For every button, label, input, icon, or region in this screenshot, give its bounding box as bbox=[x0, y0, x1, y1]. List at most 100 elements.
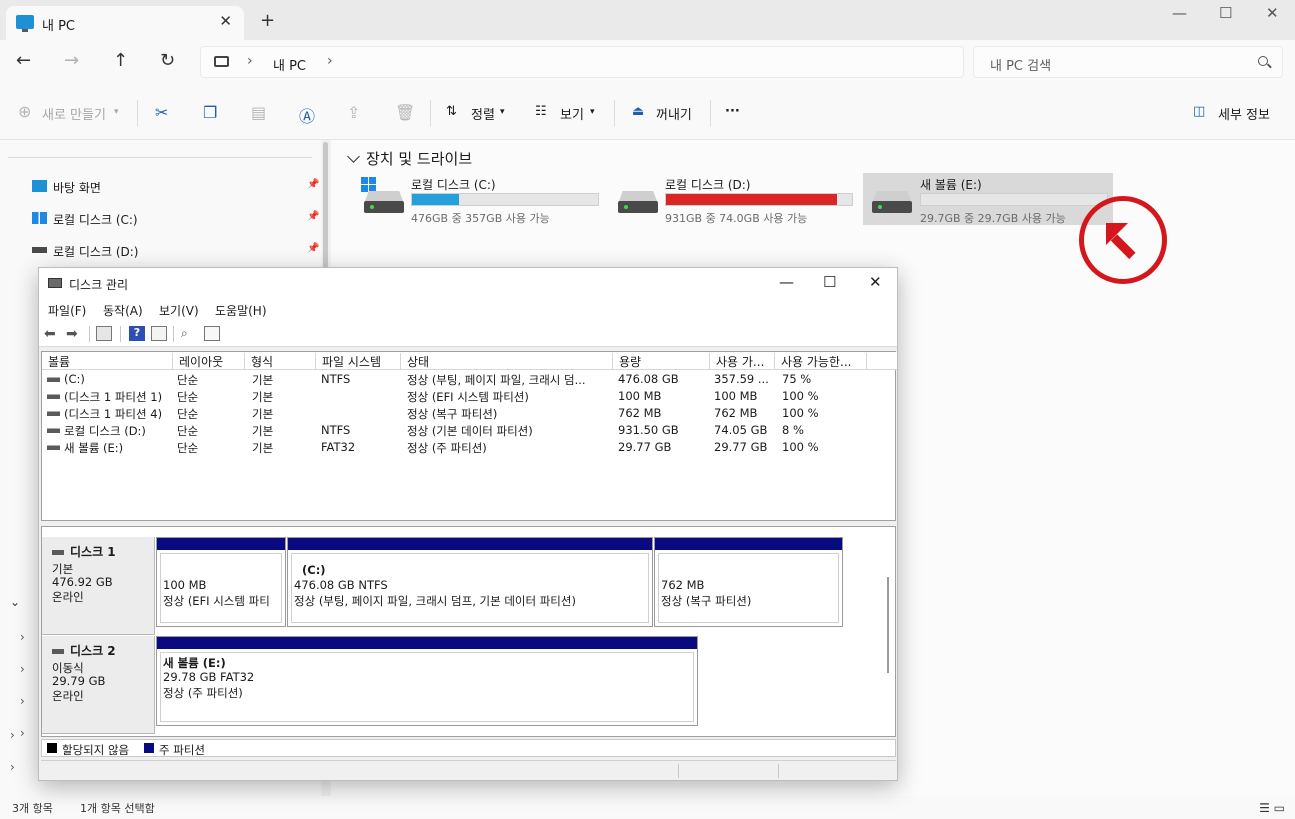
new-tab-button[interactable]: + bbox=[260, 10, 275, 31]
minimize-button[interactable]: — bbox=[1172, 4, 1187, 22]
scrollbar-thumb[interactable] bbox=[323, 142, 328, 272]
menu-view[interactable]: 보기(V) bbox=[159, 302, 199, 319]
group-header[interactable]: 장치 및 드라이브 bbox=[347, 148, 472, 169]
table-row[interactable]: 새 볼륨 (E:) 단순 기본 FAT32 정상 (주 파티션) 29.77 GB 29.7… bbox=[42, 439, 897, 456]
paste-icon[interactable]: ▤ bbox=[251, 103, 266, 122]
settings-icon[interactable] bbox=[204, 326, 220, 341]
connect-icon[interactable]: ⌕ bbox=[181, 326, 197, 341]
forward-button[interactable]: → bbox=[64, 50, 79, 71]
close-window-button[interactable]: ✕ bbox=[869, 273, 882, 291]
table-row[interactable]: 로컬 디스크 (D:) 단순 기본 NTFS 정상 (기본 데이터 파티션) 931.50… bbox=[42, 422, 897, 439]
close-window-button[interactable]: ✕ bbox=[1266, 4, 1279, 22]
sidebar-item-label: 로컬 디스크 (C:) bbox=[53, 213, 138, 227]
help-icon[interactable]: ? bbox=[129, 326, 145, 341]
chevron-down-icon[interactable]: ⌄ bbox=[10, 595, 20, 609]
back-arrow-icon[interactable]: ⬅ bbox=[44, 326, 60, 342]
details-button[interactable]: 세부 정보 bbox=[1218, 104, 1270, 123]
drive-tile-e[interactable]: 새 볼륨 (E:) 29.7GB 중 29.7GB 사용 가능 bbox=[863, 173, 1113, 225]
drive-name: 로컬 디스크 (D:) bbox=[665, 178, 751, 192]
partition-efi[interactable]: 100 MB 정상 (EFI 시스템 파티 bbox=[156, 537, 286, 627]
copy-icon[interactable]: ❐ bbox=[203, 103, 217, 122]
menu-action[interactable]: 동작(A) bbox=[103, 302, 143, 319]
chevron-right-icon[interactable]: › bbox=[10, 728, 15, 742]
table-cell: (디스크 1 파티션 1) bbox=[64, 390, 163, 404]
drive-usage-fill bbox=[412, 194, 459, 205]
divider bbox=[8, 157, 312, 158]
partition-status: 정상 (부팅, 페이지 파일, 크래시 덤프, 기본 데이터 파티션) bbox=[294, 594, 576, 608]
pin-icon[interactable]: 📌 bbox=[307, 243, 319, 254]
column-status[interactable]: 상태 bbox=[401, 353, 613, 370]
new-button[interactable]: 새로 만들기 bbox=[42, 104, 106, 123]
properties-icon[interactable] bbox=[151, 326, 167, 341]
breadcrumb-my-pc[interactable]: 내 PC bbox=[273, 55, 306, 74]
disk-1-label[interactable]: 디스크 1 기본 476.92 GB 온라인 bbox=[42, 537, 155, 635]
column-file-system[interactable]: 파일 시스템 bbox=[316, 353, 401, 370]
menu-help[interactable]: 도움말(H) bbox=[215, 302, 267, 319]
pin-icon[interactable]: 📌 bbox=[307, 179, 319, 190]
share-icon[interactable]: ⇪ bbox=[347, 103, 360, 122]
column-free-space[interactable]: 사용 가... bbox=[710, 353, 775, 370]
partition-c[interactable]: (C:) 476.08 GB NTFS 정상 (부팅, 페이지 파일, 크래시 … bbox=[287, 537, 653, 627]
up-button[interactable]: ↑ bbox=[113, 50, 128, 71]
table-row[interactable]: (디스크 1 파티션 1) 단순 기본 정상 (EFI 시스템 파티션) 100 MB 1… bbox=[42, 388, 897, 405]
column-type[interactable]: 형식 bbox=[245, 353, 316, 370]
partition-recovery[interactable]: 762 MB 정상 (복구 파티션) bbox=[654, 537, 843, 627]
table-row[interactable]: (디스크 1 파티션 4) 단순 기본 정상 (복구 파티션) 762 MB 762 MB… bbox=[42, 405, 897, 422]
table-cell: 29.77 GB bbox=[714, 440, 768, 454]
delete-icon[interactable]: 🗑 bbox=[395, 103, 415, 122]
drive-tile-d[interactable]: 로컬 디스크 (D:) 931GB 중 74.0GB 사용 가능 bbox=[615, 173, 865, 225]
tab-my-pc[interactable]: 내 PC ✕ bbox=[6, 6, 244, 40]
menu-bar: 파일(F) 동작(A) 보기(V) 도움말(H) bbox=[39, 299, 897, 321]
chevron-down-icon: ▾ bbox=[590, 107, 595, 117]
graph-scrollbar[interactable] bbox=[887, 577, 889, 673]
search-input[interactable]: 내 PC 검색 bbox=[973, 46, 1283, 78]
console-tree-icon[interactable] bbox=[96, 326, 112, 341]
more-options-button[interactable]: ··· bbox=[725, 104, 740, 119]
breadcrumb-separator[interactable]: › bbox=[327, 53, 333, 69]
table-cell: 정상 (기본 데이터 파티션) bbox=[407, 424, 533, 438]
view-toggle-icons[interactable]: ☰ ▭ bbox=[1259, 801, 1285, 815]
chevron-right-icon[interactable]: › bbox=[10, 760, 15, 774]
cut-icon[interactable]: ✂ bbox=[155, 103, 168, 122]
divider bbox=[89, 326, 90, 342]
breadcrumb-separator[interactable]: › bbox=[247, 53, 253, 69]
chevron-right-icon[interactable]: › bbox=[20, 662, 25, 676]
chevron-right-icon[interactable]: › bbox=[20, 630, 25, 644]
table-cell: 100 % bbox=[782, 440, 819, 454]
address-bar[interactable]: › 내 PC › bbox=[200, 46, 964, 78]
maximize-button[interactable]: ☐ bbox=[1219, 4, 1232, 22]
minimize-button[interactable]: — bbox=[779, 273, 794, 291]
eject-button[interactable]: 꺼내기 bbox=[656, 104, 692, 123]
chevron-right-icon[interactable]: › bbox=[20, 726, 25, 740]
table-cell: 762 MB bbox=[618, 406, 662, 420]
back-button[interactable]: ← bbox=[16, 50, 31, 71]
chevron-down-icon: ▾ bbox=[500, 107, 505, 117]
drive-usage-bar bbox=[411, 193, 599, 206]
view-button[interactable]: 보기 bbox=[560, 104, 584, 123]
column-capacity[interactable]: 용량 bbox=[613, 353, 710, 370]
disk-2-label[interactable]: 디스크 2 이동식 29.79 GB 온라인 bbox=[42, 636, 155, 734]
group-title: 장치 및 드라이브 bbox=[366, 150, 473, 168]
maximize-button[interactable]: ☐ bbox=[823, 273, 836, 291]
refresh-button[interactable]: ↻ bbox=[160, 50, 175, 71]
pin-icon[interactable]: 📌 bbox=[307, 211, 319, 222]
rename-icon[interactable]: Ⓐ bbox=[299, 103, 315, 127]
chevron-right-icon[interactable]: › bbox=[20, 694, 25, 708]
disk-size: 29.79 GB bbox=[52, 674, 106, 688]
menu-file[interactable]: 파일(F) bbox=[48, 302, 86, 319]
volume-icon bbox=[47, 411, 60, 416]
close-tab-icon[interactable]: ✕ bbox=[219, 12, 232, 30]
partition-title: 새 볼륨 (E:) bbox=[163, 656, 226, 670]
column-volume[interactable]: 볼륨 bbox=[42, 353, 173, 370]
column-percent-free[interactable]: 사용 가능한... bbox=[775, 353, 867, 370]
table-cell: 100 MB bbox=[714, 389, 758, 403]
partition-e[interactable]: 새 볼륨 (E:) 29.78 GB FAT32 정상 (주 파티션) bbox=[156, 636, 698, 726]
forward-arrow-icon[interactable]: ➡ bbox=[66, 326, 82, 342]
drive-tile-c[interactable]: 로컬 디스크 (C:) 476GB 중 357GB 사용 가능 bbox=[361, 173, 611, 225]
partition-title: (C:) bbox=[302, 563, 326, 577]
disk-size: 476.92 GB bbox=[52, 575, 113, 589]
sort-button[interactable]: 정렬 bbox=[471, 104, 495, 123]
table-row[interactable]: (C:) 단순 기본 NTFS 정상 (부팅, 페이지 파일, 크래시 덤... 476.… bbox=[42, 371, 897, 388]
table-cell: (C:) bbox=[64, 372, 85, 386]
column-layout[interactable]: 레이아웃 bbox=[173, 353, 245, 370]
